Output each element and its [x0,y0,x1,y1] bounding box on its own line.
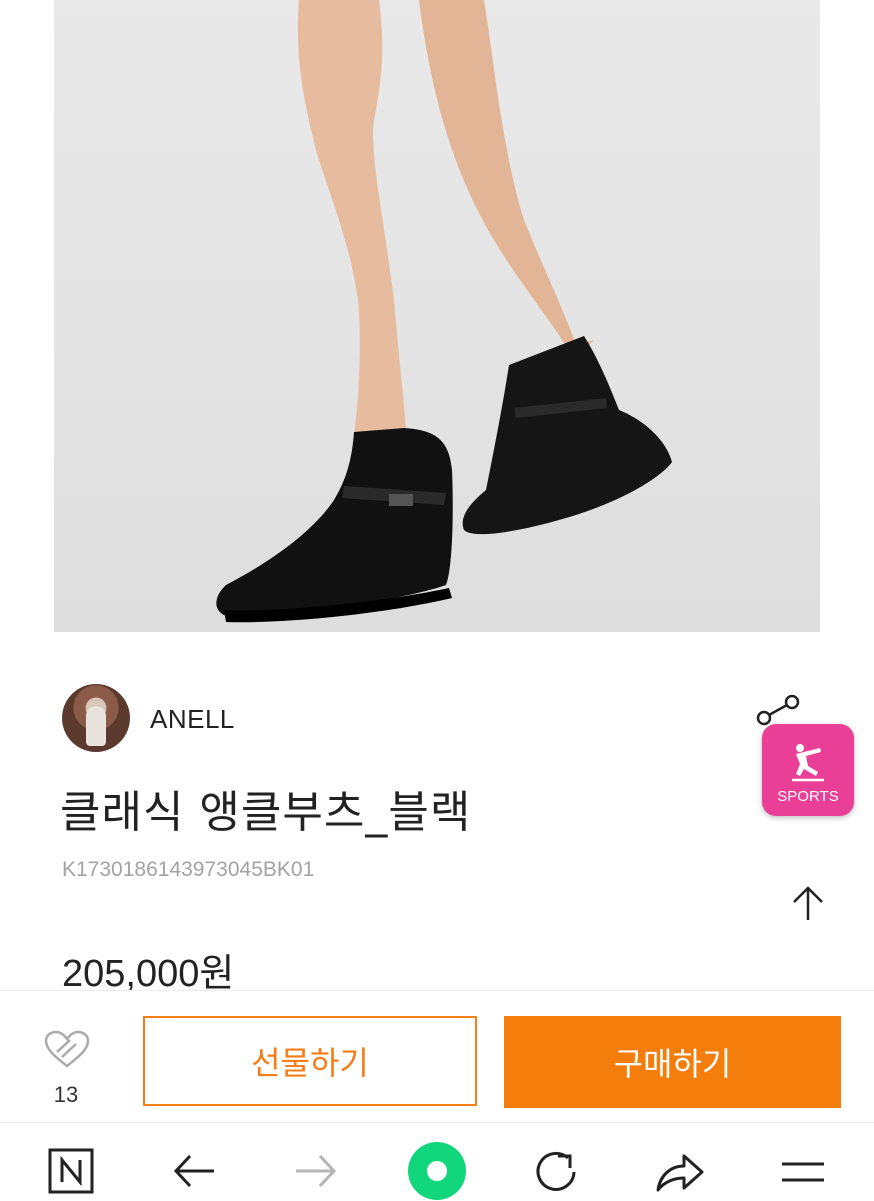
like-count: 13 [53,1082,79,1107]
product-image [54,0,820,632]
product-price: 205,000원 [62,953,235,995]
share-arrow-icon[interactable] [652,1146,708,1198]
seller-name[interactable]: ANELL [150,704,235,735]
naver-n-icon[interactable] [46,1146,102,1198]
figure-skater-icon [792,744,824,782]
product-code: K1730186143973045BK01 [62,858,315,881]
refresh-icon[interactable] [530,1146,586,1198]
menu-icon[interactable] [776,1146,832,1198]
product-photo-illustration [216,0,672,623]
sports-badge-label: SPORTS [777,788,839,805]
heart-like-icon[interactable] [42,1030,92,1070]
back-arrow-icon[interactable] [168,1146,224,1198]
buy-button[interactable]: 구매하기 [504,1016,841,1108]
forward-arrow-icon[interactable] [290,1146,346,1198]
sports-badge[interactable]: SPORTS [762,724,854,816]
boot-buckle [389,494,413,506]
gift-button[interactable]: 선물하기 [143,1016,477,1106]
seller-avatar[interactable] [62,684,130,752]
scroll-to-top-icon[interactable] [788,884,828,924]
home-dot-icon[interactable] [405,1138,469,1200]
product-title: 클래식 앵클부츠_블랙 [60,787,472,838]
